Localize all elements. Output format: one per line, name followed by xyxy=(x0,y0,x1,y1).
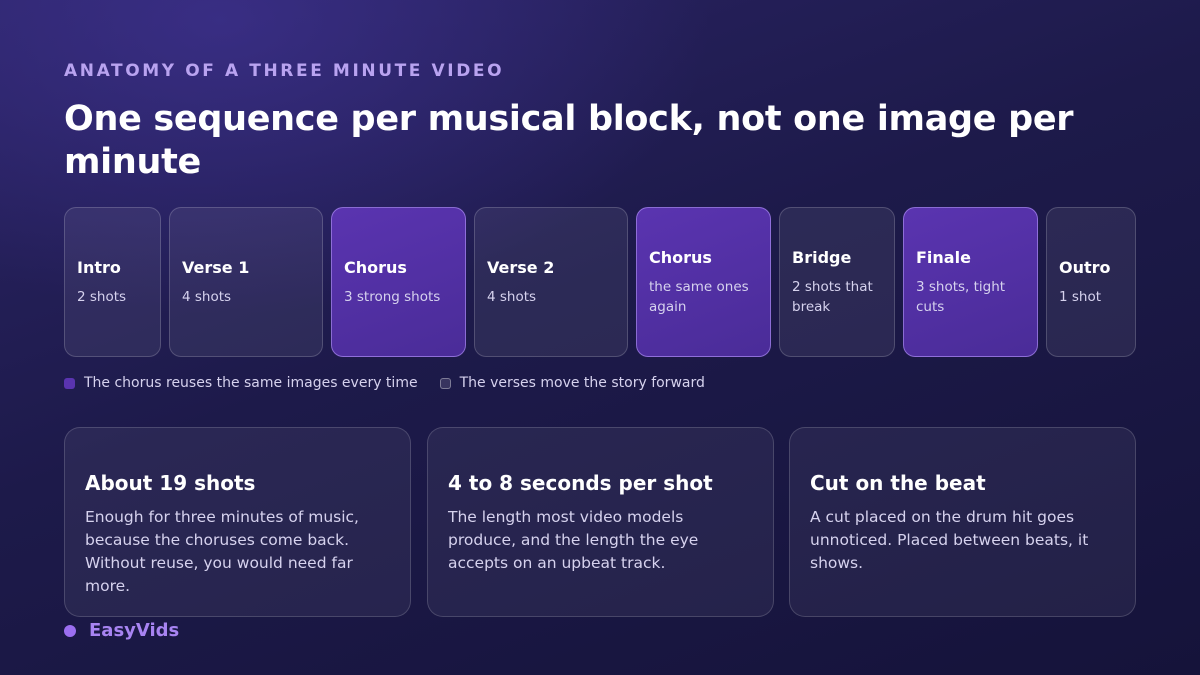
brand-dot-icon xyxy=(64,624,76,637)
block-name: Verse 2 xyxy=(487,257,555,277)
card-title: 4 to 8 seconds per shot xyxy=(448,471,713,495)
block-desc: 4 shots xyxy=(182,288,232,305)
card-body: The length most video models produce, an… xyxy=(448,508,699,572)
brand-logo: EasyVids xyxy=(64,620,179,641)
block-desc: 2 shots xyxy=(77,288,127,305)
block-name: Verse 1 xyxy=(182,257,250,277)
brand-name: EasyVids xyxy=(89,620,180,641)
block-name: Chorus xyxy=(649,247,712,267)
card-shot-count: About 19 shots Enough for three minutes … xyxy=(64,427,411,617)
block-desc: 1 shot xyxy=(1059,288,1102,305)
legend-item-chorus: The chorus reuses the same images every … xyxy=(64,375,418,391)
block-desc: 3 shots, tight cuts xyxy=(916,278,1006,315)
block-chorus-2: Chorus the same ones again xyxy=(636,207,771,357)
legend-label: The chorus reuses the same images every … xyxy=(84,375,418,391)
card-body: A cut placed on the drum hit goes unnoti… xyxy=(810,508,1089,572)
block-outro: Outro 1 shot xyxy=(1046,207,1136,357)
block-name: Chorus xyxy=(344,257,407,277)
block-chorus-1: Chorus 3 strong shots xyxy=(331,207,466,357)
block-name: Finale xyxy=(916,247,971,267)
block-finale: Finale 3 shots, tight cuts xyxy=(903,207,1038,357)
card-body: Enough for three minutes of music, becau… xyxy=(85,508,359,595)
card-title: Cut on the beat xyxy=(810,471,986,495)
card-cut-on-beat: Cut on the beat A cut placed on the drum… xyxy=(789,427,1136,617)
page-title: One sequence per musical block, not one … xyxy=(64,99,1074,182)
card-shot-length: 4 to 8 seconds per shot The length most … xyxy=(427,427,774,617)
block-verse-1: Verse 1 4 shots xyxy=(169,207,323,357)
block-verse-2: Verse 2 4 shots xyxy=(474,207,628,357)
block-desc: 4 shots xyxy=(487,288,537,305)
block-name: Bridge xyxy=(792,247,852,267)
block-desc: the same ones again xyxy=(649,278,749,315)
block-name: Intro xyxy=(77,257,121,277)
block-desc: 3 strong shots xyxy=(344,288,441,305)
legend: The chorus reuses the same images every … xyxy=(64,375,727,391)
legend-label: The verses move the story forward xyxy=(459,375,705,391)
verse-swatch-icon xyxy=(439,377,451,389)
card-title: About 19 shots xyxy=(85,471,256,495)
block-desc: 2 shots that break xyxy=(792,278,873,315)
block-bridge: Bridge 2 shots that break xyxy=(779,207,895,357)
eyebrow-label: ANATOMY OF A THREE MINUTE VIDEO xyxy=(64,61,505,81)
chorus-swatch-icon xyxy=(64,377,75,389)
block-name: Outro xyxy=(1059,257,1111,277)
block-intro: Intro 2 shots xyxy=(64,207,161,357)
legend-item-verse: The verses move the story forward xyxy=(439,375,705,391)
